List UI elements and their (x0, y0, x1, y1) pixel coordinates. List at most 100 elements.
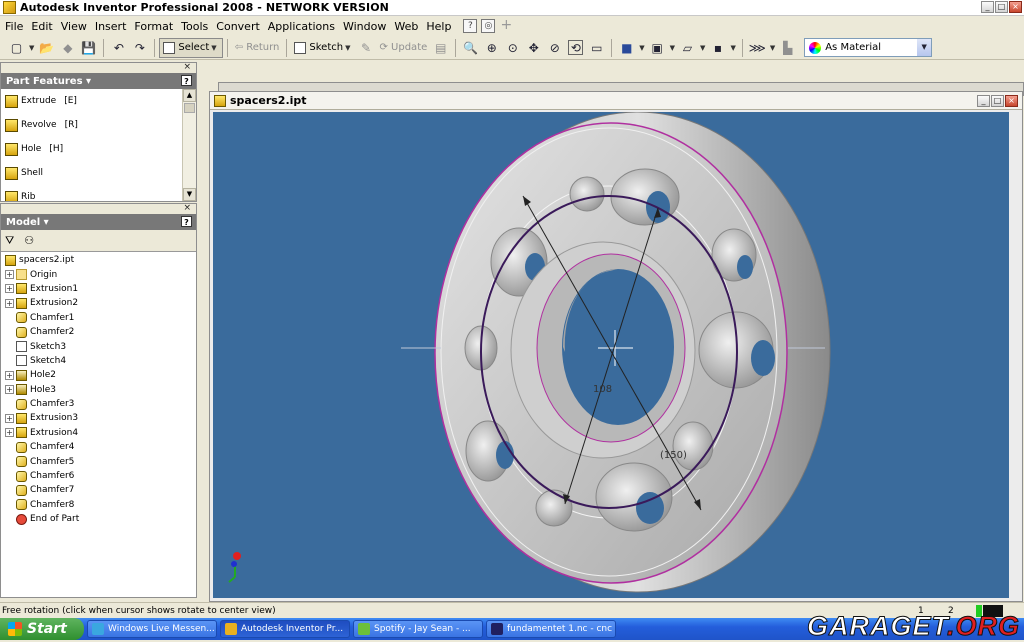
tree-item-chamfer6[interactable]: Chamfer6 (5, 469, 196, 483)
menu-applications[interactable]: Applications (268, 20, 335, 33)
ground-shadow-icon[interactable]: ▱ (680, 40, 695, 55)
menu-edit[interactable]: Edit (31, 20, 52, 33)
zoom-all-icon[interactable]: 🔍 (463, 40, 478, 55)
tree-root[interactable]: spacers2.ipt (5, 253, 196, 267)
menu-web[interactable]: Web (394, 20, 418, 33)
doc-close-button[interactable]: × (1005, 95, 1018, 107)
filter-icon[interactable]: ⛛ (5, 234, 14, 248)
spacer-model[interactable]: 108 (150) (213, 111, 1009, 598)
tree-item-end-of-part[interactable]: End of Part (5, 512, 196, 526)
undo-icon[interactable]: ↶ (111, 40, 126, 55)
zoom-window-icon[interactable]: ⊕ (484, 40, 499, 55)
help-icon[interactable]: ? (181, 216, 192, 227)
doc-minimize-button[interactable]: _ (977, 95, 990, 107)
tree-item-extrusion3[interactable]: + Extrusion3 (5, 411, 196, 425)
style-icon[interactable]: ▙ (780, 40, 795, 55)
start-button[interactable]: Start (0, 618, 84, 640)
menu-file[interactable]: File (5, 20, 23, 33)
close-button[interactable]: × (1009, 1, 1022, 13)
menu-insert[interactable]: Insert (95, 20, 127, 33)
menu-help[interactable]: Help (426, 20, 451, 33)
update-button[interactable]: ⟳ Update (376, 38, 430, 58)
save-icon[interactable]: 💾 (81, 40, 96, 55)
feature-shell[interactable]: Shell (1, 161, 182, 185)
expand-icon[interactable]: + (5, 370, 14, 380)
tree-item-chamfer5[interactable]: Chamfer5 (5, 454, 196, 468)
plus-icon[interactable]: + (499, 18, 513, 33)
chevron-down-icon[interactable]: ▼ (917, 39, 932, 56)
tree-item-sketch3[interactable]: Sketch3 (5, 339, 196, 353)
maximize-button[interactable]: □ (995, 1, 1008, 13)
taskbar-item[interactable]: fundamentet 1.nc - cnc (486, 620, 616, 638)
tree-item-extrusion4[interactable]: + Extrusion4 (5, 426, 196, 440)
find-binoculars-icon[interactable]: ⚇ (24, 234, 34, 247)
help-icon[interactable]: ? (181, 75, 192, 86)
sketch-button[interactable]: Sketch ▼ (291, 38, 355, 58)
tree-item-chamfer4[interactable]: Chamfer4 (5, 440, 196, 454)
zoom-icon[interactable]: ⊙ (505, 40, 520, 55)
feature-extrude[interactable]: Extrude [E] (1, 89, 182, 113)
new-icon[interactable]: ▢ (9, 40, 24, 55)
scroll-up-icon[interactable]: ▲ (183, 89, 196, 102)
graphics-viewport[interactable]: 108 (150) (213, 111, 1009, 598)
outer-dimension-label[interactable]: (150) (660, 450, 687, 461)
taskbar-item[interactable]: Spotify - Jay Sean - ... (353, 620, 483, 638)
close-icon[interactable]: × (183, 203, 191, 213)
menu-format[interactable]: Format (134, 20, 173, 33)
taskbar-item[interactable]: Autodesk Inventor Pr... (220, 620, 350, 638)
expand-icon[interactable]: + (5, 270, 14, 280)
feature-revolve[interactable]: Revolve [R] (1, 113, 182, 137)
feature-rib[interactable]: Rib (1, 185, 182, 201)
scroll-down-icon[interactable]: ▼ (183, 188, 196, 201)
tree-item-origin[interactable]: + Origin (5, 267, 196, 281)
tree-item-chamfer7[interactable]: Chamfer7 (5, 483, 196, 497)
material-select[interactable]: As Material ▼ (804, 38, 933, 57)
expand-icon[interactable]: + (5, 284, 14, 294)
project-icon[interactable]: ◆ (60, 40, 75, 55)
tree-item-extrusion2[interactable]: + Extrusion2 (5, 296, 196, 310)
close-icon[interactable]: × (183, 62, 191, 72)
display-mode-icon[interactable]: ■ (619, 40, 634, 55)
tree-item-extrusion1[interactable]: + Extrusion1 (5, 282, 196, 296)
expand-icon[interactable]: + (5, 428, 14, 438)
rotate-icon[interactable]: ⟲ (568, 40, 584, 55)
redo-icon[interactable]: ↷ (132, 40, 147, 55)
expand-icon[interactable]: + (5, 385, 14, 395)
select-button[interactable]: Select ▼ (159, 37, 223, 58)
hole-icon (16, 369, 27, 381)
tree-item-sketch4[interactable]: Sketch4 (5, 354, 196, 368)
chevron-down-icon[interactable]: ▼ (29, 44, 34, 52)
section-icon[interactable]: ▪ (710, 40, 725, 55)
tree-item-chamfer1[interactable]: Chamfer1 (5, 311, 196, 325)
tree-item-chamfer8[interactable]: Chamfer8 (5, 498, 196, 512)
menu-window[interactable]: Window (343, 20, 386, 33)
expand-icon[interactable]: + (5, 413, 14, 423)
look-at-icon[interactable]: ▭ (589, 40, 604, 55)
tree-item-hole2[interactable]: + Hole2 (5, 368, 196, 382)
measure-icon[interactable]: ▤ (433, 40, 448, 55)
inner-dimension-label[interactable]: 108 (593, 384, 612, 395)
tree-item-chamfer3[interactable]: Chamfer3 (5, 397, 196, 411)
open-icon[interactable]: 📂 (39, 40, 54, 55)
camera-icon[interactable]: ▣ (650, 40, 665, 55)
zoom-selected-icon[interactable]: ⊘ (547, 40, 562, 55)
return-button[interactable]: ⇦ Return (232, 38, 283, 58)
minimize-button[interactable]: _ (981, 1, 994, 13)
tree-item-hole3[interactable]: + Hole3 (5, 383, 196, 397)
model-header[interactable]: Model ▾? (1, 214, 196, 230)
menu-view[interactable]: View (61, 20, 87, 33)
forward-icon[interactable]: ⋙ (749, 40, 766, 55)
web-globe-icon[interactable]: ◎ (481, 19, 496, 33)
taskbar-item[interactable]: Windows Live Messen... (87, 620, 217, 638)
expand-icon[interactable]: + (5, 298, 14, 308)
part-features-header[interactable]: Part Features ▾? (1, 73, 196, 89)
feature-hole[interactable]: Hole [H] (1, 137, 182, 161)
menu-tools[interactable]: Tools (181, 20, 208, 33)
menu-convert[interactable]: Convert (216, 20, 260, 33)
part-features-scrollbar[interactable]: ▲ ▼ (182, 89, 196, 201)
pan-icon[interactable]: ✥ (526, 40, 541, 55)
help-search-icon[interactable]: ? (463, 19, 478, 33)
tree-item-chamfer2[interactable]: Chamfer2 (5, 325, 196, 339)
pencil-icon[interactable]: ✎ (358, 40, 373, 55)
doc-maximize-button[interactable]: □ (991, 95, 1004, 107)
